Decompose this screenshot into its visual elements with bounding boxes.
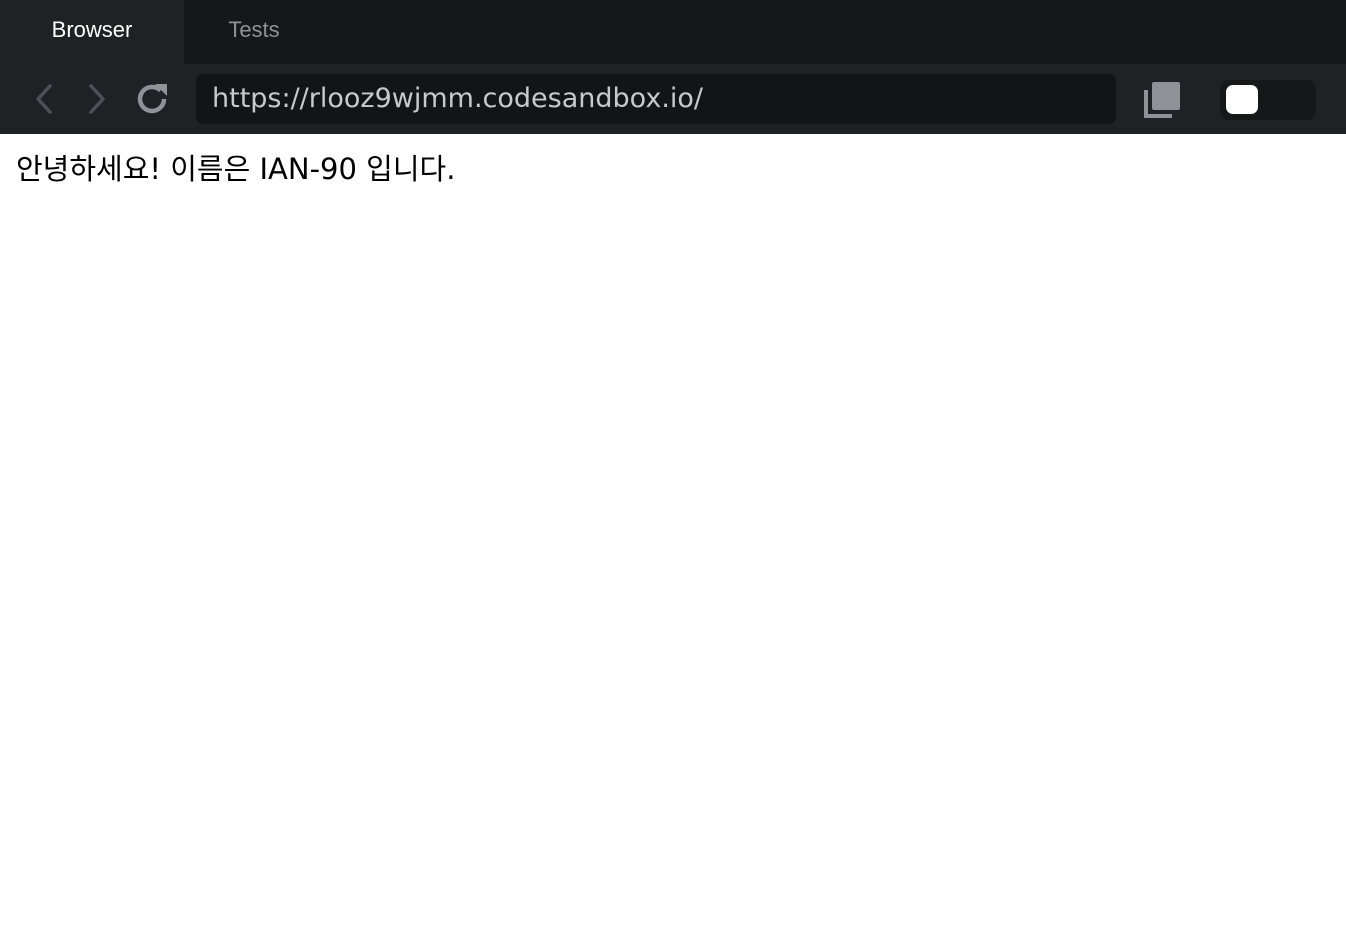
chevron-left-icon	[36, 84, 52, 114]
open-new-window-icon	[1144, 82, 1180, 118]
browser-toolbar	[0, 64, 1346, 134]
page-content: 안녕하세요! 이름은 IAN-90 입니다.	[0, 134, 1346, 948]
open-new-window-button[interactable]	[1140, 80, 1184, 120]
forward-button[interactable]	[77, 78, 117, 120]
tab-bar: Browser Tests	[0, 0, 1346, 64]
back-button[interactable]	[24, 78, 64, 120]
tab-tests[interactable]: Tests	[184, 0, 324, 64]
tab-browser[interactable]: Browser	[0, 0, 184, 64]
url-input[interactable]	[196, 74, 1116, 124]
toggle-knob	[1226, 85, 1258, 114]
greeting-text: 안녕하세요! 이름은 IAN-90 입니다.	[16, 152, 456, 186]
reload-icon	[137, 84, 167, 114]
toggle-switch[interactable]	[1220, 80, 1316, 120]
chevron-right-icon	[89, 84, 105, 114]
reload-button[interactable]	[132, 78, 172, 120]
